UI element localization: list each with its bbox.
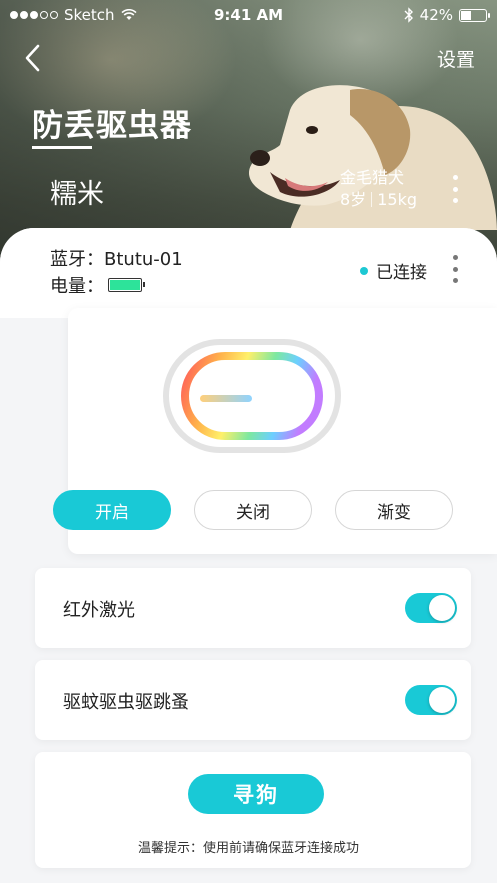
toggle-card-laser: 红外激光 bbox=[35, 568, 471, 648]
pet-info: 金毛猎犬 8岁 15kg bbox=[340, 167, 417, 211]
pet-name: 糯米 bbox=[50, 179, 104, 210]
battery-percent: 42% bbox=[419, 6, 453, 24]
tip-text: 温馨提示：使用前请确保蓝牙连接成功 bbox=[137, 841, 359, 856]
toggle-label: 驱蚊驱虫驱跳蚤 bbox=[63, 692, 189, 713]
title-underline bbox=[32, 146, 92, 149]
page-title: 防丢驱虫器 bbox=[32, 108, 192, 144]
laser-toggle[interactable] bbox=[405, 593, 457, 623]
back-chevron-icon bbox=[25, 44, 40, 72]
pet-weight: 15kg bbox=[377, 190, 417, 209]
pet-breed: 金毛猎犬 bbox=[340, 168, 405, 187]
toggle-label: 红外激光 bbox=[63, 600, 135, 621]
power-label: 电量： bbox=[50, 276, 104, 297]
repellent-toggle[interactable] bbox=[405, 685, 457, 715]
device-icon bbox=[163, 339, 341, 453]
back-button[interactable] bbox=[18, 40, 50, 76]
status-dot-icon bbox=[360, 266, 368, 275]
status-bar: Sketch 9:41 AM 42% bbox=[0, 0, 497, 30]
connection-status: 已连接 bbox=[360, 258, 427, 283]
device-battery-icon bbox=[108, 278, 145, 292]
mode-on-button[interactable]: 开启 bbox=[53, 490, 171, 530]
pet-age: 8岁 bbox=[340, 190, 367, 209]
mode-gradient-button[interactable]: 渐变 bbox=[335, 490, 453, 530]
bluetooth-icon bbox=[404, 7, 413, 23]
device-more-icon[interactable] bbox=[449, 252, 461, 286]
settings-link[interactable]: 设置 bbox=[437, 45, 475, 72]
mode-off-button[interactable]: 关闭 bbox=[194, 490, 312, 530]
connection-label: 已连接 bbox=[376, 263, 427, 283]
bluetooth-name: 蓝牙：Btutu-01 bbox=[50, 249, 183, 270]
find-dog-button[interactable]: 寻狗 bbox=[188, 774, 324, 814]
pet-more-icon[interactable] bbox=[449, 172, 461, 206]
battery-icon bbox=[459, 8, 490, 22]
power-row: 电量： bbox=[50, 272, 145, 298]
toggle-card-repellent: 驱蚊驱虫驱跳蚤 bbox=[35, 660, 471, 740]
